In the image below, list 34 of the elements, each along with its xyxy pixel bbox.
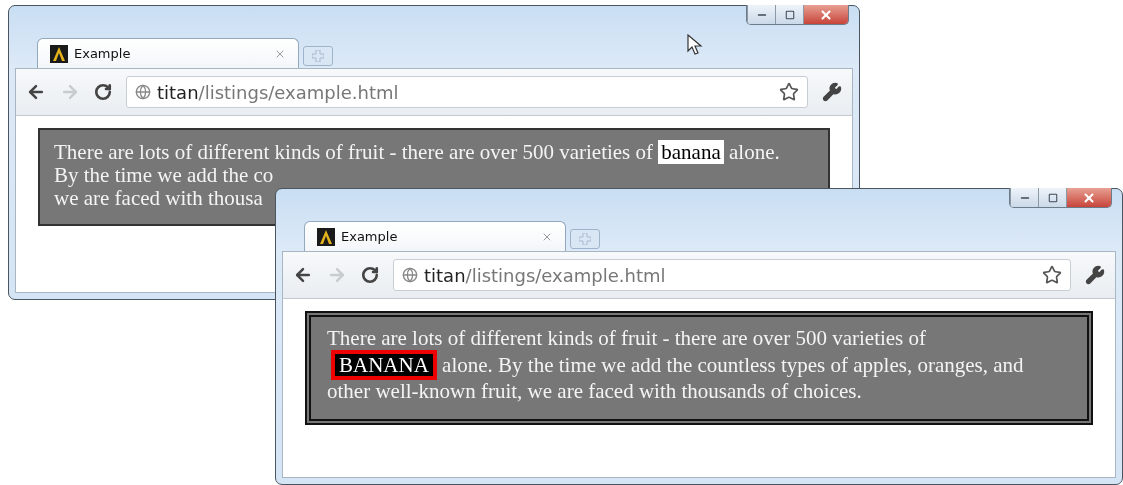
paragraph-line: There are lots of different kinds of fruit - there are over 500 varieties of banana alone. bbox=[54, 140, 781, 164]
globe-icon bbox=[135, 84, 151, 100]
bookmark-star-icon[interactable] bbox=[1042, 265, 1062, 285]
back-icon[interactable] bbox=[293, 265, 313, 285]
close-icon bbox=[819, 7, 833, 22]
browser-tab[interactable]: Example bbox=[37, 38, 299, 68]
settings-icon[interactable] bbox=[1085, 265, 1105, 285]
site-logo-icon bbox=[50, 44, 68, 63]
address-bar[interactable]: titan/listings/example.html bbox=[393, 259, 1071, 291]
url-text: titan/listings/example.html bbox=[157, 81, 399, 103]
browser-tab[interactable]: Example bbox=[304, 221, 566, 251]
minimize-button[interactable] bbox=[747, 5, 775, 24]
close-button[interactable] bbox=[1066, 188, 1111, 207]
settings-icon[interactable] bbox=[822, 82, 842, 102]
maximize-icon bbox=[784, 9, 795, 20]
site-logo-icon bbox=[317, 227, 335, 246]
bookmark-star-icon[interactable] bbox=[779, 82, 799, 102]
plus-icon bbox=[579, 233, 591, 245]
paragraph-line: By the time we add the co bbox=[54, 164, 275, 187]
maximize-icon bbox=[1047, 192, 1058, 203]
globe-icon bbox=[402, 267, 418, 283]
address-bar[interactable]: titan/listings/example.html bbox=[126, 76, 808, 108]
paragraph: There are lots of different kinds of fruit - there are over 500 varieties of BANANA alone. By the time we add the countless types of apples, oranges, and other well-known fruit, we are faced with thousands of choices. bbox=[327, 327, 1025, 403]
reload-icon[interactable] bbox=[94, 83, 112, 101]
close-button[interactable] bbox=[803, 5, 848, 24]
minimize-button[interactable] bbox=[1010, 188, 1038, 207]
paragraph-line: we are faced with thousa bbox=[54, 187, 264, 210]
maximize-button[interactable] bbox=[1038, 188, 1066, 207]
reload-icon[interactable] bbox=[361, 266, 379, 284]
back-icon[interactable] bbox=[26, 82, 46, 102]
close-icon bbox=[1082, 190, 1096, 205]
maximize-button[interactable] bbox=[775, 5, 803, 24]
plus-icon bbox=[312, 50, 324, 62]
url-text: titan/listings/example.html bbox=[424, 264, 666, 286]
